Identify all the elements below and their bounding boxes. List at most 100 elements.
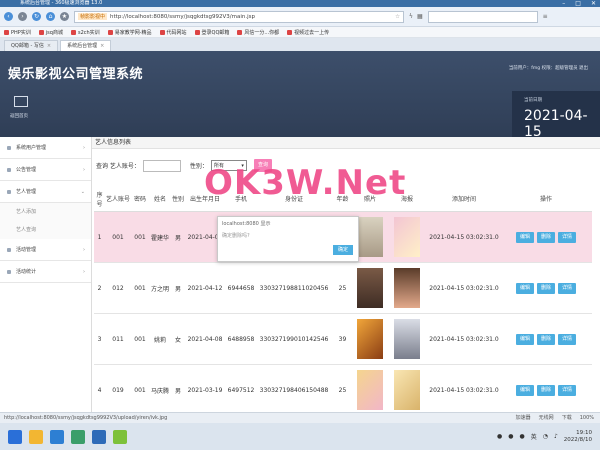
close-tab-icon[interactable]: × (47, 41, 51, 51)
forward-icon[interactable]: › (18, 12, 27, 21)
app-icon[interactable] (50, 429, 64, 444)
status-right: 加速器 无线网 下载 100% (516, 413, 600, 423)
lightning-icon[interactable]: ϟ (409, 13, 413, 20)
maximize-icon[interactable]: □ (575, 0, 581, 7)
cell-gender: 男 (174, 387, 181, 395)
sidebar-subitem-add-artist[interactable]: 艺人添加 (0, 203, 91, 221)
browser-tab-active[interactable]: 系统后台管理 × (60, 40, 112, 51)
network-icon[interactable]: ◔ (543, 433, 548, 440)
qq-icon[interactable]: ● (519, 433, 524, 440)
status-item[interactable]: 无线网 (539, 413, 554, 423)
browser-tab[interactable]: QQ邮箱 - 写信 × (4, 40, 59, 51)
sidebar-item-stats[interactable]: 活动统计 › (0, 261, 91, 283)
file-explorer-icon[interactable] (29, 429, 43, 444)
user-info[interactable]: 当前用户：fmg 权限：超级管理员 退出 (509, 65, 588, 71)
delete-button[interactable]: 删除 (537, 231, 555, 243)
home-icon[interactable]: ⌂ (46, 12, 55, 21)
app-icon[interactable] (71, 429, 85, 444)
clock-time: 19:10 (576, 429, 592, 436)
table-row[interactable]: 2 012 001 方之明 男 2021-04-12 6944658 33032… (94, 263, 592, 314)
dialog-title: localhost:8080 显示 (222, 221, 271, 227)
bookmark-item[interactable]: PHP实训 (4, 29, 31, 36)
table-row[interactable]: 3 011 001 姚莉 女 2021-04-08 6488958 330327… (94, 314, 592, 365)
cell-name: 霍建华 (150, 234, 169, 242)
clock-date: 2022/8/10 (563, 436, 592, 443)
volume-icon[interactable]: ♪ (554, 433, 558, 440)
address-bar[interactable]: 帧影影视中 http://localhost:8080/ssmy/jsqgkdt… (74, 10, 404, 23)
bookmark-item[interactable]: 易家教学网-精品 (107, 29, 152, 36)
cell-phone: 6944658 (227, 284, 255, 292)
sidebar-item-activities[interactable]: 活动管理 › (0, 239, 91, 261)
status-url: http://localhost:8080/ssmy/jsqgkdtsg9992… (4, 415, 168, 421)
system-tray: ● ● ● 英 ◔ ♪ 19:10 2022/8/10 (497, 430, 600, 444)
edit-button[interactable]: 编辑 (516, 231, 534, 243)
browser-title: 系统后台管理 - 360极速浏览器 13.0 (20, 0, 103, 6)
sidebar-item-artists[interactable]: 艺人管理 ⌄ (0, 181, 91, 203)
bookmark-item[interactable]: 视频过去一上传 (287, 29, 329, 36)
minimize-icon[interactable]: – (562, 0, 565, 7)
sidebar-item-notices[interactable]: 公告管理 › (0, 159, 91, 181)
edit-button[interactable]: 编辑 (516, 282, 534, 294)
row-actions: 编辑 删除 详情 (500, 212, 592, 262)
browser-icon[interactable] (113, 429, 127, 444)
cell-no: 3 (97, 335, 102, 343)
close-tab-icon[interactable]: × (100, 41, 104, 51)
bookmark-item[interactable]: jsq商城 (38, 29, 63, 36)
detail-button[interactable]: 详情 (558, 333, 576, 345)
refresh-icon[interactable]: ↻ (32, 12, 41, 21)
table-row[interactable]: 4 019 001 马庆腾 男 2021-03-19 6497512 33032… (94, 365, 592, 416)
language-indicator[interactable]: 英 (531, 432, 537, 441)
cell-id-card: 330327199010142546 (259, 335, 329, 343)
back-icon[interactable]: ‹ (4, 12, 13, 21)
artist-photo (357, 217, 383, 257)
edit-button[interactable]: 编辑 (516, 384, 534, 396)
cell-phone: 6488958 (227, 335, 255, 343)
col-header: 密码 (133, 196, 146, 203)
delete-button[interactable]: 删除 (537, 333, 555, 345)
delete-button[interactable]: 删除 (537, 384, 555, 396)
sidebar-subitem-query-artist[interactable]: 艺人查询 (0, 221, 91, 239)
cell-name: 方之明 (150, 285, 169, 293)
favorites-icon[interactable]: ★ (60, 12, 69, 21)
col-header: 性别 (171, 196, 184, 203)
app-icon[interactable] (92, 429, 106, 444)
clock[interactable]: 19:10 2022/8/10 (564, 430, 592, 444)
status-item[interactable]: 下载 (562, 413, 572, 423)
browser-search-input[interactable] (427, 10, 538, 23)
bookmark-item[interactable]: s2ch实训 (70, 29, 100, 36)
dialog-message: 确定删除吗? (222, 233, 250, 239)
chevron-icon: › (83, 269, 85, 275)
bookmark-item[interactable]: 风信一分...你都 (237, 29, 279, 36)
qq-icon[interactable]: ● (508, 433, 513, 440)
status-item[interactable]: 加速器 (516, 413, 531, 423)
bookmark-item[interactable]: 登录QQ邮箱 (194, 29, 229, 36)
status-item[interactable]: 100% (580, 413, 594, 423)
dialog-ok-button[interactable]: 确定 (333, 245, 353, 255)
col-header: 操作 (539, 196, 552, 203)
bookmark-star-icon[interactable]: ☆ (395, 14, 403, 20)
close-icon[interactable]: ✕ (591, 0, 596, 7)
cell-password: 001 (134, 335, 146, 343)
menu-icon (7, 168, 11, 172)
cell-phone: 6497512 (227, 386, 255, 394)
artist-photo (357, 319, 383, 359)
detail-button[interactable]: 详情 (558, 282, 576, 294)
menu-icon[interactable]: ≡ (543, 13, 548, 20)
detail-button[interactable]: 详情 (558, 231, 576, 243)
app-title: 娱乐影视公司管理系统 (8, 67, 144, 82)
home-link[interactable]: 返回首页 (10, 113, 28, 119)
address-url: http://localhost:8080/ssmy/jsqgkdtsg992V… (110, 13, 256, 20)
cell-time: 2021-04-15 03:02:31.0 (429, 386, 499, 394)
start-icon[interactable] (8, 429, 22, 444)
extension-icon[interactable]: ▦ (417, 13, 423, 20)
delete-button[interactable]: 删除 (537, 282, 555, 294)
breadcrumb: 艺人信息列表 (92, 137, 600, 149)
edit-button[interactable]: 编辑 (516, 333, 534, 345)
sidebar-item-users[interactable]: 系统用户管理 › (0, 137, 91, 159)
account-input[interactable] (142, 159, 181, 172)
nav-right-icons: ≡ (543, 13, 548, 20)
bookmark-item[interactable]: 代码网站 (159, 29, 187, 36)
monitor-icon[interactable] (14, 96, 28, 107)
detail-button[interactable]: 详情 (558, 384, 576, 396)
qq-icon[interactable]: ● (497, 433, 502, 440)
